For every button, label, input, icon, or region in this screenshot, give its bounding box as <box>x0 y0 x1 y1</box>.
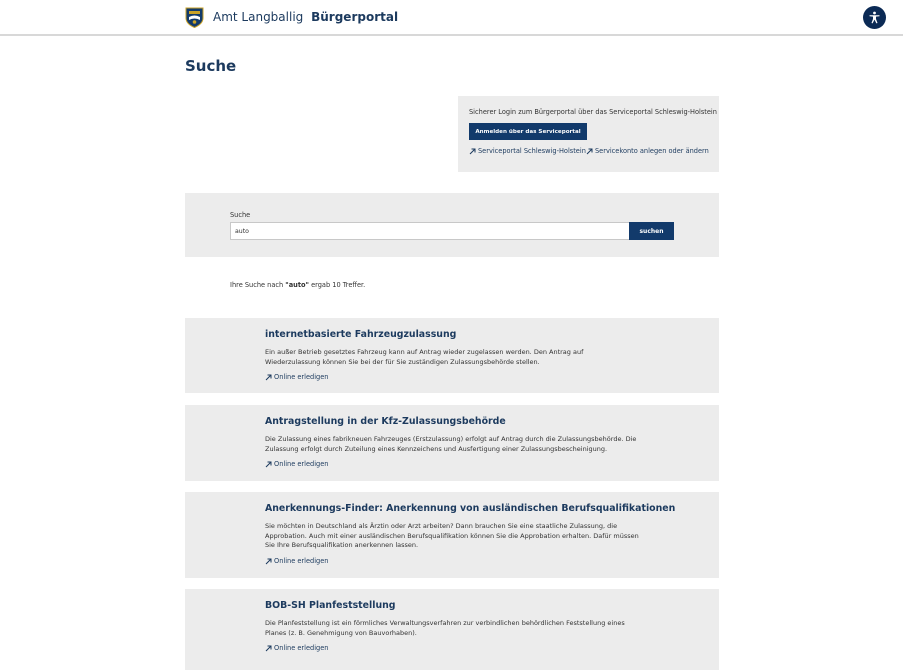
result-summary-suffix: ergab 10 Treffer. <box>309 281 366 289</box>
result-summary-query: "auto" <box>285 281 309 289</box>
search-button[interactable]: suchen <box>629 222 674 240</box>
online-erledigen-label: Online erledigen <box>274 373 329 381</box>
result-description: Sie möchten in Deutschland als Ärztin od… <box>265 522 639 550</box>
login-button[interactable]: Anmelden über das Serviceportal <box>469 123 587 140</box>
result-description: Ein außer Betrieb gesetztes Fahrzeug kan… <box>265 348 584 366</box>
servicekonto-link-label: Servicekonto anlegen oder ändern <box>595 147 709 155</box>
page-title: Suche <box>185 57 237 75</box>
online-erledigen-label: Online erledigen <box>274 460 329 468</box>
result-card: Anerkennungs-Finder: Anerkennung von aus… <box>185 492 719 578</box>
online-erledigen-link[interactable]: Online erledigen <box>265 644 328 652</box>
search-input[interactable] <box>230 222 630 240</box>
result-description: Die Zulassung eines fabrikneuen Fahrzeug… <box>265 435 637 453</box>
municipality-name: Amt Langballig <box>213 10 304 24</box>
search-box: Suche suchen <box>185 193 719 257</box>
external-link-icon <box>265 558 272 564</box>
online-erledigen-label: Online erledigen <box>274 644 329 652</box>
result-title[interactable]: BOB-SH Planfeststellung <box>265 600 396 611</box>
serviceportal-link[interactable]: Serviceportal Schleswig-Holstein <box>469 147 586 155</box>
result-card: internetbasierte Fahrzeugzulassung Ein a… <box>185 318 719 393</box>
result-card: Antragstellung in der Kfz-Zulassungsbehö… <box>185 405 719 481</box>
login-description: Sicherer Login zum Bürgerportal über das… <box>469 108 717 116</box>
portal-name: Bürgerportal <box>311 10 399 24</box>
site-name[interactable]: Amt Langballig Bürgerportal <box>213 10 398 24</box>
result-summary-prefix: Ihre Suche nach <box>230 281 286 289</box>
external-link-icon <box>265 645 272 651</box>
external-link-icon <box>469 148 476 154</box>
external-link-icon <box>265 461 272 467</box>
result-title[interactable]: Anerkennungs-Finder: Anerkennung von aus… <box>265 503 675 514</box>
external-link-icon <box>586 148 593 154</box>
result-card: BOB-SH Planfeststellung Die Planfeststel… <box>185 589 719 670</box>
result-title[interactable]: Antragstellung in der Kfz-Zulassungsbehö… <box>265 416 506 427</box>
external-link-icon <box>265 374 272 380</box>
search-label: Suche <box>230 211 251 219</box>
accessibility-icon <box>869 11 880 24</box>
servicekonto-link[interactable]: Servicekonto anlegen oder ändern <box>586 147 709 155</box>
result-summary: Ihre Suche nach "auto" ergab 10 Treffer. <box>230 281 365 289</box>
serviceportal-link-label: Serviceportal Schleswig-Holstein <box>478 147 586 155</box>
online-erledigen-link[interactable]: Online erledigen <box>265 460 328 468</box>
result-title[interactable]: internetbasierte Fahrzeugzulassung <box>265 329 456 340</box>
online-erledigen-link[interactable]: Online erledigen <box>265 557 328 565</box>
site-header: Amt Langballig Bürgerportal <box>0 0 903 36</box>
coat-of-arms-icon[interactable] <box>185 7 204 28</box>
online-erledigen-link[interactable]: Online erledigen <box>265 373 328 381</box>
accessibility-button[interactable] <box>863 6 886 29</box>
result-description: Die Planfeststellung ist ein förmliches … <box>265 619 625 637</box>
online-erledigen-label: Online erledigen <box>274 557 329 565</box>
login-box: Sicherer Login zum Bürgerportal über das… <box>458 96 719 172</box>
